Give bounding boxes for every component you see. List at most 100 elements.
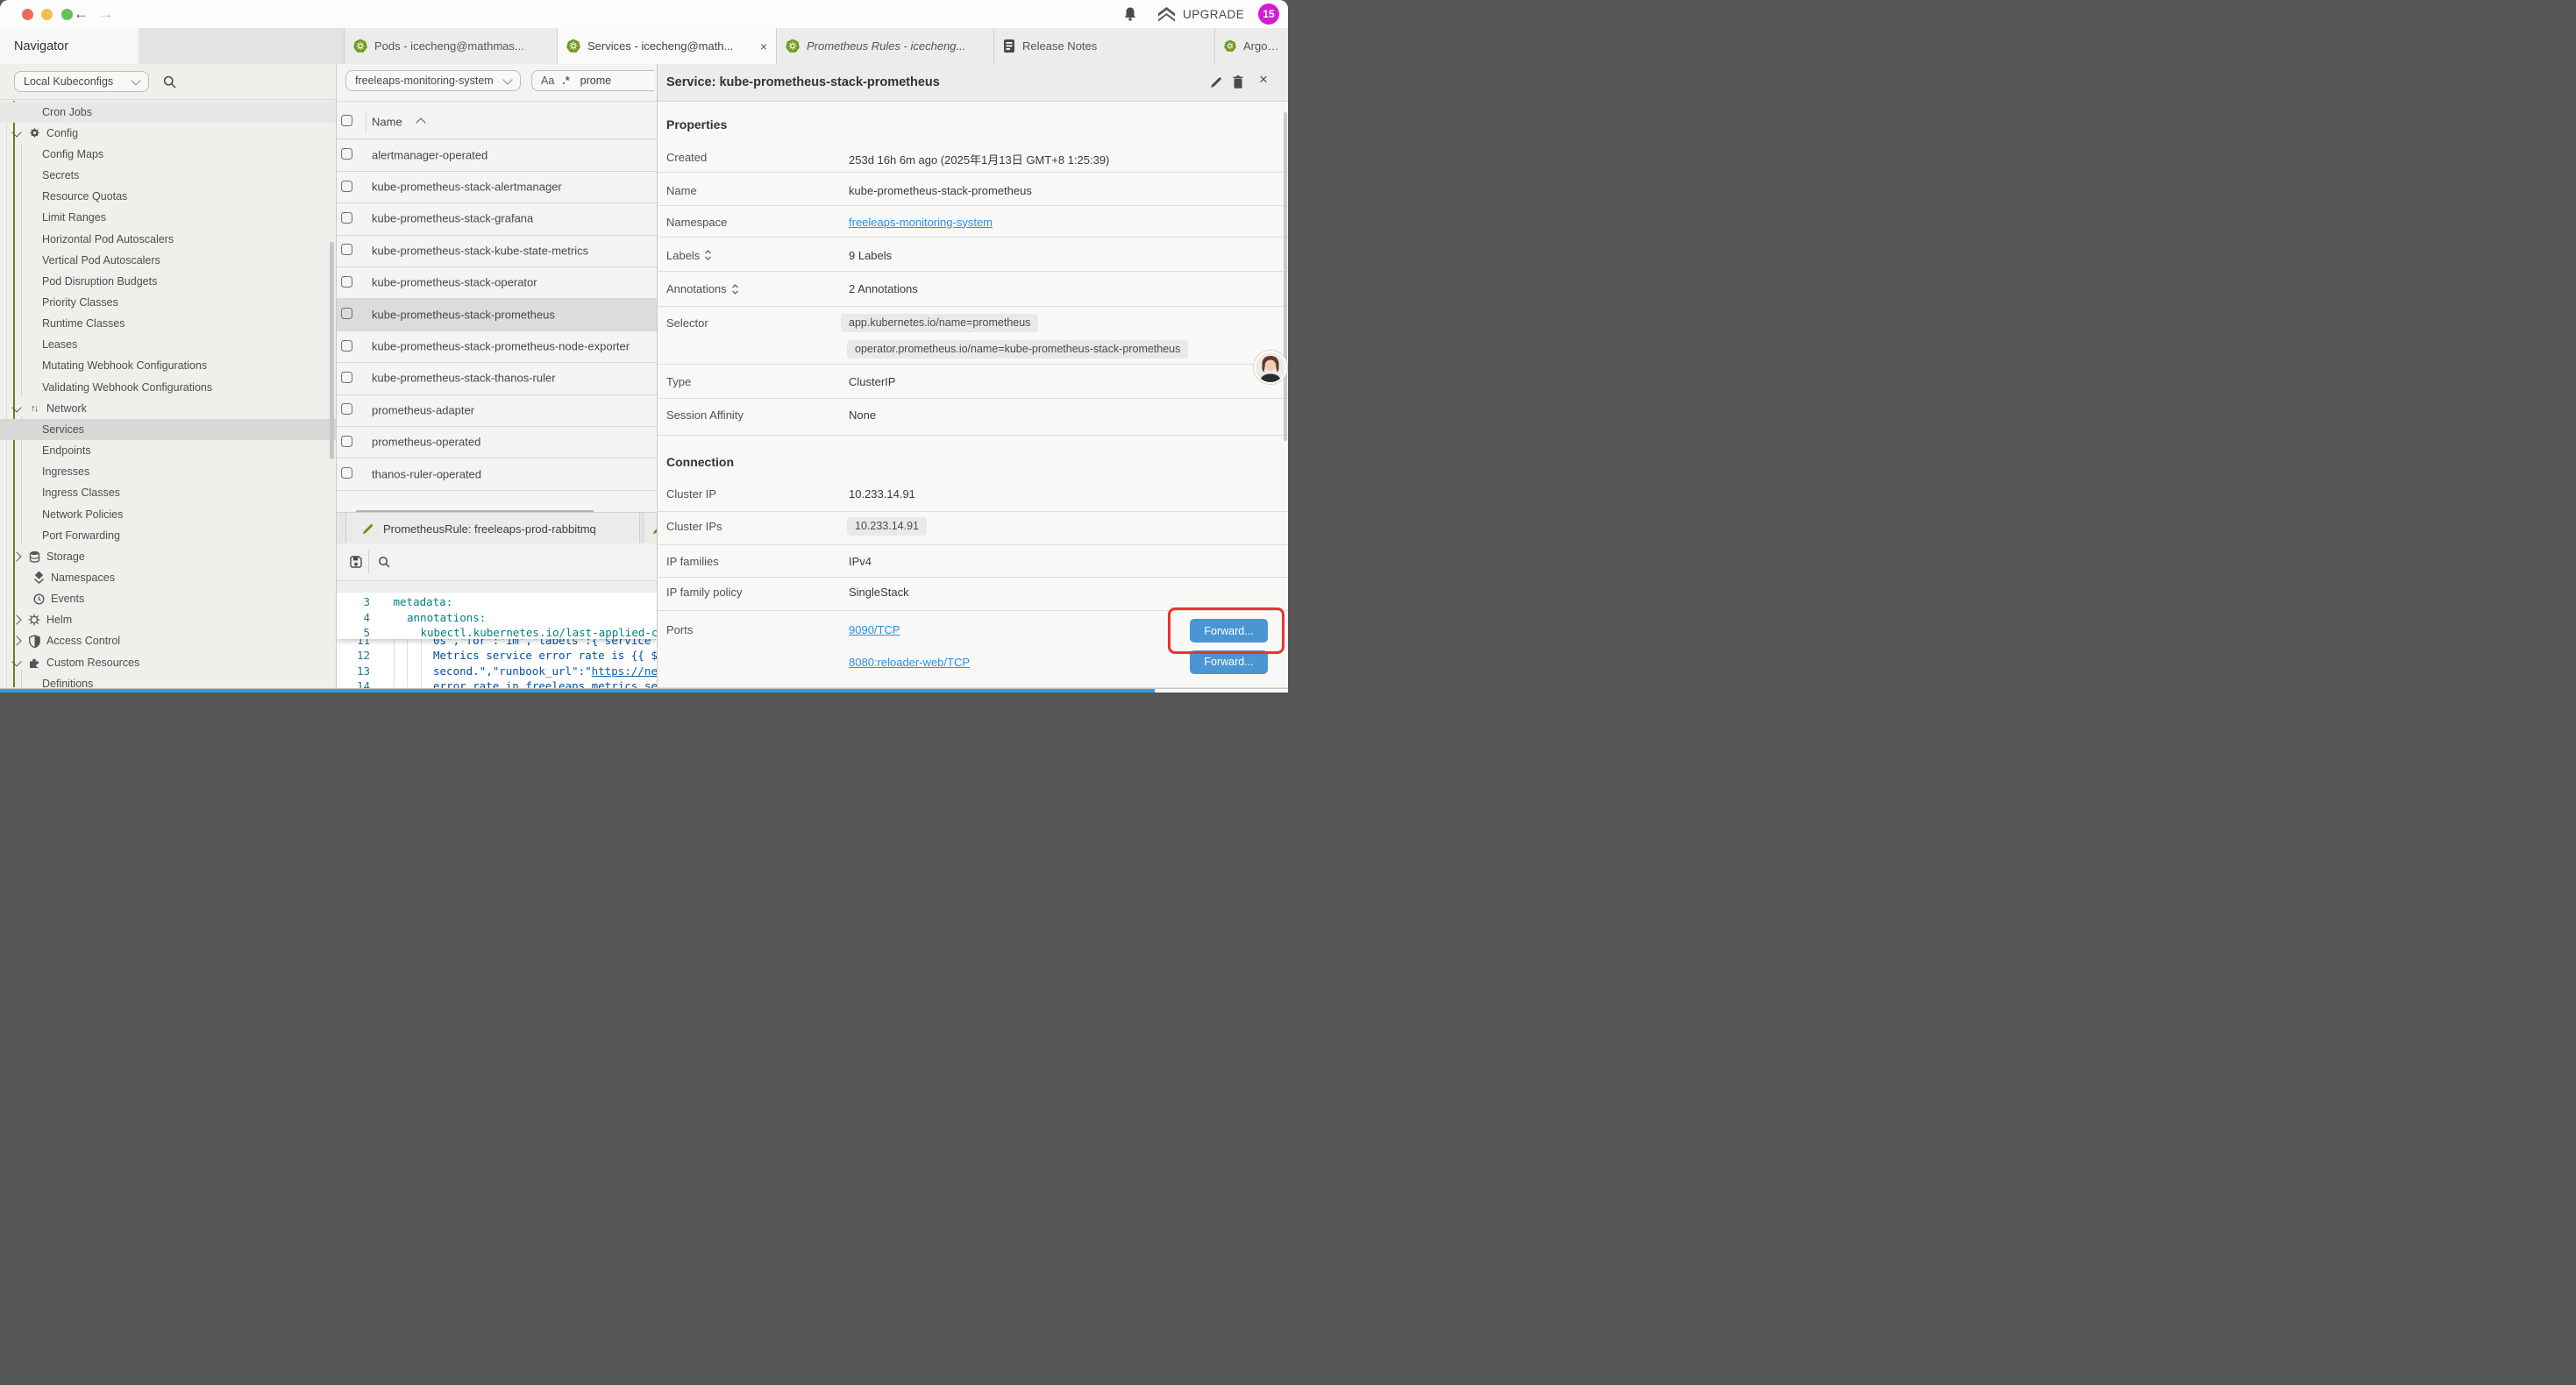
match-case-toggle[interactable]: Aa [541, 75, 554, 87]
sidebar-item-endpoints[interactable]: Endpoints [0, 440, 336, 461]
table-row[interactable]: alertmanager-operated [337, 139, 657, 172]
table-row[interactable]: thanos-ruler-operated [337, 458, 657, 491]
chevron-right-icon[interactable] [11, 636, 21, 646]
chevron-right-icon[interactable] [11, 615, 21, 625]
details-scrollbar[interactable] [1284, 112, 1287, 441]
row-checkbox[interactable] [341, 467, 352, 479]
namespace-link[interactable]: freeleaps-monitoring-system [849, 216, 993, 229]
tab-release-notes[interactable]: Release Notes [993, 28, 1214, 64]
chevron-down-icon[interactable] [11, 127, 21, 137]
tab-argo[interactable]: Argo Se [1214, 28, 1288, 64]
sidebar-item-network-policies[interactable]: Network Policies [0, 503, 336, 524]
chevron-down-icon[interactable] [11, 657, 21, 666]
minimize-window-button[interactable] [41, 9, 53, 20]
editor-search-icon[interactable] [378, 556, 390, 572]
sidebar-item-resource-quotas[interactable]: Resource Quotas [0, 186, 336, 207]
table-row[interactable]: kube-prometheus-stack-kube-state-metrics [337, 235, 657, 267]
sidebar-item-events[interactable]: Events [0, 588, 336, 609]
search-input[interactable]: Aa .* prome [531, 70, 654, 91]
notifications-bell-icon[interactable] [1123, 6, 1137, 26]
forward-arrow-icon[interactable]: → [98, 3, 113, 25]
forward-button-9090[interactable]: Forward... [1190, 619, 1268, 643]
row-checkbox[interactable] [341, 436, 352, 447]
sidebar-item-config-maps[interactable]: Config Maps [0, 144, 336, 165]
select-all-checkbox[interactable] [341, 115, 352, 126]
expand-collapse-icon[interactable] [731, 284, 739, 295]
sidebar-item-priority-classes[interactable]: Priority Classes [0, 292, 336, 313]
editor-tab-next[interactable] [643, 513, 658, 544]
row-checkbox[interactable] [341, 212, 352, 224]
maximize-window-button[interactable] [61, 9, 73, 20]
close-tab-icon[interactable]: × [760, 39, 767, 53]
runbook-url-link[interactable]: https://net [592, 664, 657, 678]
save-icon[interactable] [349, 555, 363, 573]
navigator-search-icon[interactable] [163, 75, 176, 93]
sidebar-group-storage[interactable]: Storage [0, 546, 336, 567]
delete-trash-icon[interactable] [1232, 75, 1244, 94]
table-row-selected[interactable]: kube-prometheus-stack-prometheus [337, 299, 657, 331]
sidebar-item-horizontal-pod-autoscalers[interactable]: Horizontal Pod Autoscalers [0, 228, 336, 249]
close-window-button[interactable] [22, 9, 33, 20]
row-checkbox[interactable] [341, 244, 352, 255]
chevron-down-icon[interactable] [11, 402, 21, 412]
sidebar-item-limit-ranges[interactable]: Limit Ranges [0, 207, 336, 228]
sidebar-item-vertical-pod-autoscalers[interactable]: Vertical Pod Autoscalers [0, 250, 336, 271]
regex-toggle[interactable]: .* [562, 75, 569, 87]
table-row[interactable]: prometheus-adapter [337, 394, 657, 427]
chevron-right-icon[interactable] [11, 551, 21, 561]
yaml-editor[interactable]: 11 0s","for":"1m","labels":{"service": 3… [337, 593, 657, 692]
editor-tab-prometheusrule[interactable]: PrometheusRule: freeleaps-prod-rabbitmq [345, 513, 640, 544]
row-checkbox[interactable] [341, 372, 352, 383]
notification-count-badge[interactable]: 15 [1258, 4, 1279, 25]
namespace-filter-select[interactable]: freeleaps-monitoring-system [345, 70, 521, 91]
table-row[interactable]: kube-prometheus-stack-thanos-ruler [337, 362, 657, 394]
port-8080-link[interactable]: 8080:reloader-web/TCP [849, 656, 970, 669]
navigator-title: Navigator [14, 39, 68, 53]
row-checkbox[interactable] [341, 340, 352, 352]
table-row[interactable]: kube-prometheus-stack-alertmanager [337, 171, 657, 203]
navigator-scrollbar[interactable] [330, 242, 334, 459]
tab-prometheus-rules[interactable]: Prometheus Rules - icecheng... [776, 28, 993, 64]
sidebar-item-services[interactable]: Services [0, 419, 336, 440]
assistant-avatar[interactable] [1253, 350, 1288, 389]
tab-services[interactable]: Services - icecheng@math... × [557, 28, 776, 64]
back-arrow-icon[interactable]: ← [74, 3, 89, 25]
sidebar-group-custom-resources[interactable]: Custom Resources [0, 652, 336, 673]
sidebar-item-runtime-classes[interactable]: Runtime Classes [0, 313, 336, 334]
tab-pods[interactable]: Pods - icecheng@mathmas... [344, 28, 557, 64]
port-9090-link[interactable]: 9090/TCP [849, 623, 900, 636]
table-row[interactable]: prometheus-operated [337, 426, 657, 458]
sidebar-item-validating-webhook-configurations[interactable]: Validating Webhook Configurations [0, 377, 336, 398]
row-checkbox[interactable] [341, 276, 352, 288]
sidebar-group-config[interactable]: Config [0, 123, 336, 144]
expand-collapse-icon[interactable] [704, 250, 712, 260]
forward-button-8080[interactable]: Forward... [1190, 650, 1268, 674]
sort-ascending-icon[interactable] [416, 117, 425, 127]
sidebar-item-secrets[interactable]: Secrets [0, 165, 336, 186]
sidebar-item-ingresses[interactable]: Ingresses [0, 461, 336, 482]
sidebar-item-mutating-webhook-configurations[interactable]: Mutating Webhook Configurations [0, 355, 336, 376]
sidebar-item-cron-jobs[interactable]: Cron Jobs [0, 102, 336, 123]
row-checkbox[interactable] [341, 308, 352, 319]
row-checkbox[interactable] [341, 181, 352, 192]
table-row[interactable]: kube-prometheus-stack-prometheus-node-ex… [337, 330, 657, 363]
sidebar-item-namespaces[interactable]: Namespaces [0, 567, 336, 588]
sidebar-item-pod-disruption-budgets[interactable]: Pod Disruption Budgets [0, 271, 336, 292]
table-row[interactable]: kube-prometheus-stack-operator [337, 266, 657, 299]
sidebar-group-access-control[interactable]: Access Control [0, 630, 336, 651]
sidebar-item-ingress-classes[interactable]: Ingress Classes [0, 482, 336, 503]
pencil-icon [651, 522, 657, 536]
edit-pencil-icon[interactable] [1209, 75, 1223, 94]
upgrade-button[interactable]: UPGRADE [1157, 6, 1244, 22]
sidebar-item-port-forwarding[interactable]: Port Forwarding [0, 525, 336, 546]
sidebar-group-helm[interactable]: Helm [0, 609, 336, 630]
sidebar-group-network[interactable]: ↑↓ Network [0, 398, 336, 419]
table-row[interactable]: kube-prometheus-stack-grafana [337, 202, 657, 235]
row-checkbox[interactable] [341, 403, 352, 415]
kubeconfig-select[interactable]: Local Kubeconfigs [14, 71, 149, 92]
close-panel-icon[interactable]: × [1259, 71, 1268, 89]
navigator-panel-tab[interactable]: Navigator [0, 28, 139, 64]
name-column-header[interactable]: Name [372, 115, 402, 128]
sidebar-item-leases[interactable]: Leases [0, 334, 336, 355]
row-checkbox[interactable] [341, 148, 352, 160]
